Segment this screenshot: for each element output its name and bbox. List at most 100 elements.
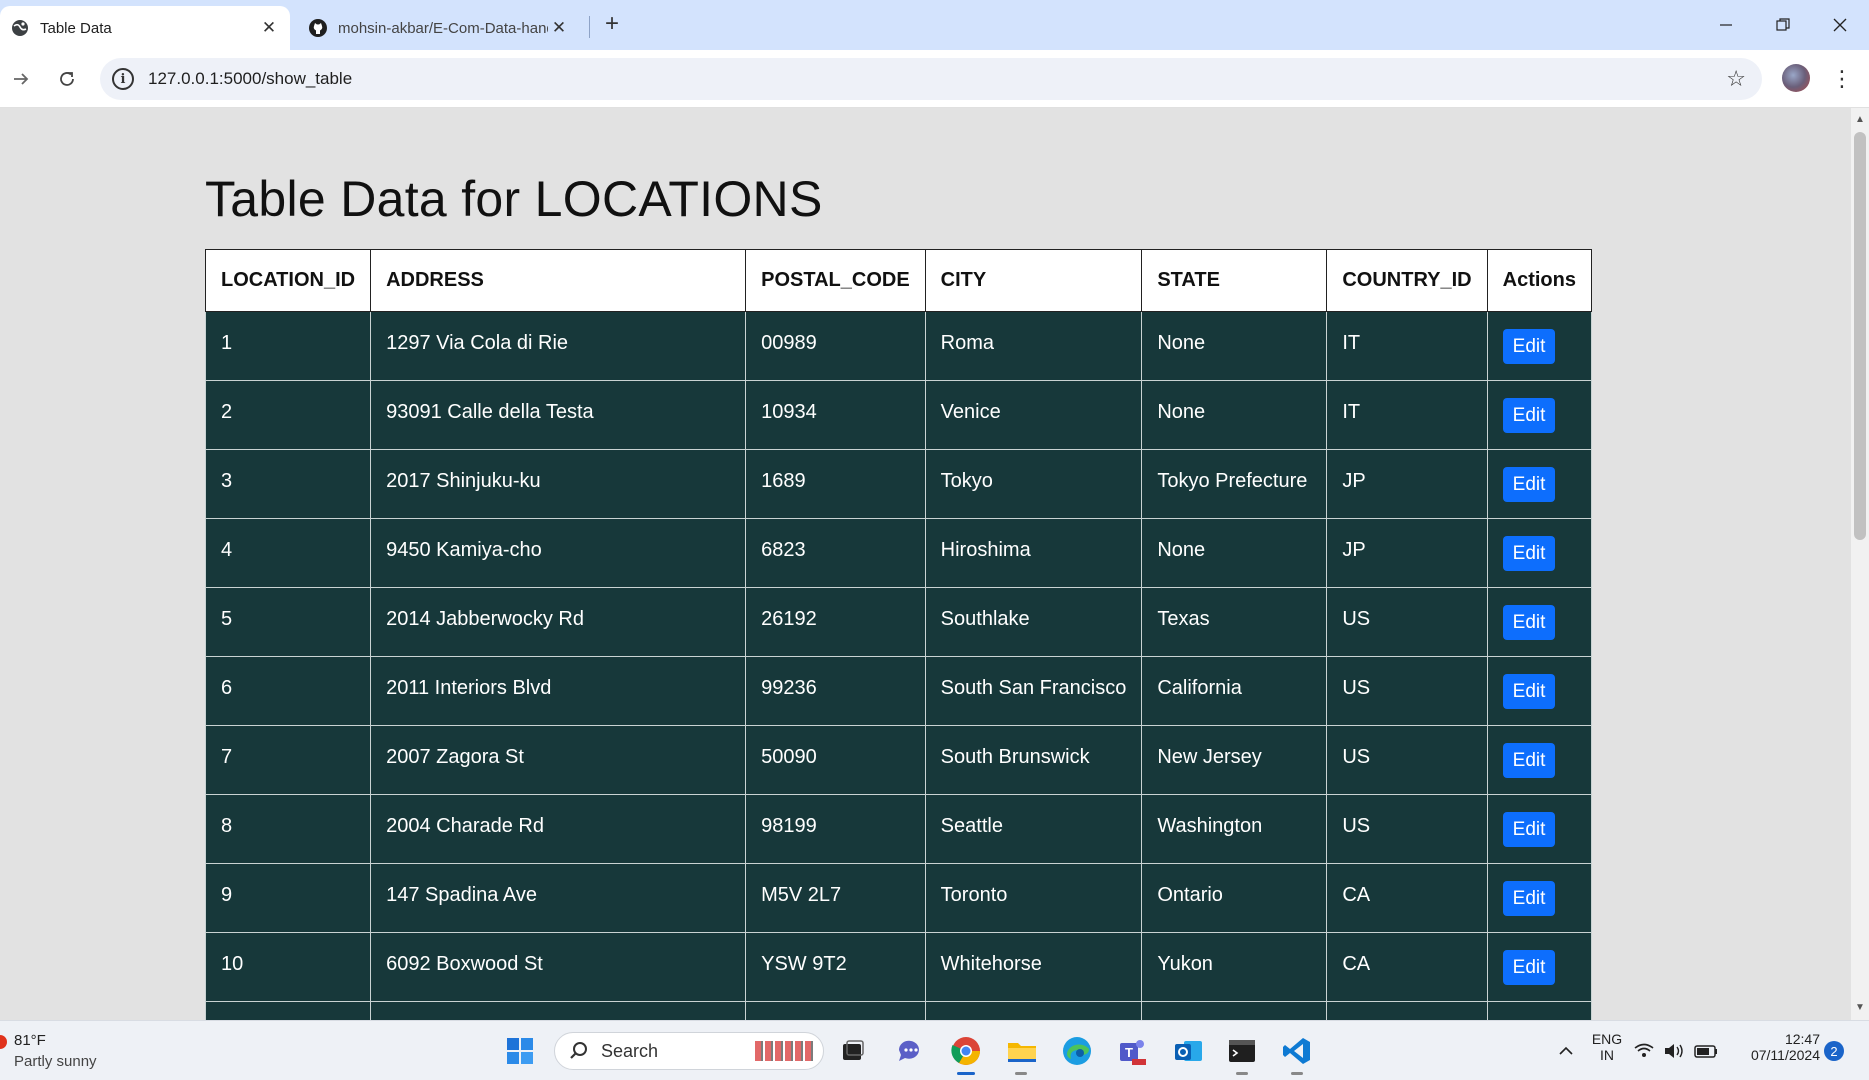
chevron-up-icon[interactable] — [1546, 1031, 1586, 1071]
page-content: Table Data for LOCATIONS LOCATION_ID ADD… — [0, 108, 1851, 1020]
scroll-down-arrow-icon[interactable]: ▼ — [1855, 1002, 1865, 1016]
edit-button[interactable]: Edit — [1502, 743, 1556, 778]
edit-button[interactable]: Edit — [1502, 605, 1556, 640]
table-row: 1 1297 Via Cola di Rie 00989 Roma None IT Edit — [204, 311, 1593, 381]
search-icon — [570, 1042, 587, 1059]
cell-state — [1141, 1001, 1328, 1020]
table-row: 6 2011 Interiors Blvd 99236 South San Franc… — [204, 656, 1593, 726]
cell-postal-code: M5V 2L7 — [745, 863, 926, 933]
cell-city — [924, 1001, 1143, 1020]
table-body: 1 1297 Via Cola di Rie 00989 Roma None IT Edit… — [204, 311, 1593, 1020]
edit-button[interactable]: Edit — [1502, 398, 1556, 433]
edit-button[interactable]: Edit — [1502, 674, 1556, 709]
active-app-indicator — [957, 1072, 975, 1075]
cell-actions — [1486, 1001, 1593, 1020]
tab-title: mohsin-akbar/E-Com-Data-handli — [338, 19, 548, 37]
language-indicator[interactable]: ENG IN — [1588, 1031, 1626, 1063]
cell-postal-code: 50090 — [745, 725, 926, 795]
chrome-icon[interactable] — [946, 1031, 986, 1071]
notification-badge[interactable]: 2 — [1824, 1041, 1844, 1061]
cell-city: Hiroshima — [924, 518, 1143, 588]
cell-actions: Edit — [1486, 656, 1593, 726]
table-header-row: LOCATION_ID ADDRESS POSTAL_CODE CITY STA… — [204, 249, 1593, 312]
edit-button[interactable]: Edit — [1502, 467, 1556, 502]
cell-country-id: CA — [1326, 932, 1488, 1002]
edit-button[interactable]: Edit — [1502, 881, 1556, 916]
tab-table-data[interactable]: Table Data ✕ — [0, 6, 290, 50]
edit-button[interactable]: Edit — [1502, 536, 1556, 571]
profile-avatar[interactable] — [1782, 64, 1810, 92]
cell-address: 2007 Zagora St — [370, 725, 747, 795]
forward-arrow-icon[interactable] — [4, 62, 38, 96]
reload-icon[interactable] — [50, 62, 84, 96]
restore-button[interactable] — [1755, 0, 1811, 50]
cell-country-id: CA — [1326, 863, 1488, 933]
open-app-indicator — [1291, 1072, 1303, 1075]
edit-button[interactable]: Edit — [1502, 950, 1556, 985]
browser-toolbar: i 127.0.0.1:5000/show_table ☆ ⋮ — [0, 50, 1869, 108]
cell-actions: Edit — [1486, 932, 1593, 1002]
github-icon — [308, 18, 328, 38]
file-explorer-icon[interactable] — [1002, 1031, 1042, 1071]
minimize-button[interactable] — [1698, 0, 1754, 50]
cell-city: Whitehorse — [924, 932, 1143, 1002]
scroll-up-arrow-icon[interactable]: ▲ — [1855, 114, 1865, 128]
cell-actions: Edit — [1486, 449, 1593, 519]
table-row: 3 2017 Shinjuku-ku 1689 Tokyo Tokyo Prefectu… — [204, 449, 1593, 519]
bookmark-star-icon[interactable]: ☆ — [1726, 66, 1746, 92]
clock[interactable]: 12:47 07/11/2024 — [1738, 1031, 1820, 1063]
weather-desc: Partly sunny — [14, 1053, 97, 1070]
table-row: 2 93091 Calle della Testa 10934 Venice None I… — [204, 380, 1593, 450]
cell-postal-code: 6823 — [745, 518, 926, 588]
region-code: IN — [1600, 1047, 1614, 1063]
cell-country-id: US — [1326, 725, 1488, 795]
cell-postal-code: 26192 — [745, 587, 926, 657]
cell-address: 147 Spadina Ave — [370, 863, 747, 933]
cell-actions: Edit — [1486, 587, 1593, 657]
close-tab-icon[interactable]: ✕ — [548, 17, 570, 39]
close-window-button[interactable] — [1812, 0, 1868, 50]
edit-button[interactable]: Edit — [1502, 812, 1556, 847]
tab-github[interactable]: mohsin-akbar/E-Com-Data-handli ✕ — [298, 6, 580, 50]
terminal-icon[interactable] — [1222, 1031, 1262, 1071]
language-code: ENG — [1591, 1031, 1623, 1047]
outlook-icon[interactable] — [1168, 1031, 1208, 1071]
column-header: STATE — [1141, 249, 1328, 312]
teams-icon[interactable]: T — [1112, 1031, 1152, 1071]
system-tray[interactable] — [1632, 1031, 1722, 1071]
windows-start-icon[interactable] — [500, 1031, 540, 1071]
address-bar[interactable]: i 127.0.0.1:5000/show_table ☆ — [100, 58, 1762, 100]
table-row: 5 2014 Jabberwocky Rd 26192 Southlake Texas U… — [204, 587, 1593, 657]
cell-country-id: US — [1326, 656, 1488, 726]
site-info-icon[interactable]: i — [112, 68, 134, 90]
page-scrollbar[interactable]: ▲ ▼ — [1851, 108, 1869, 1020]
edit-button[interactable]: Edit — [1502, 329, 1556, 364]
cell-country-id: JP — [1326, 518, 1488, 588]
edge-icon[interactable] — [1057, 1031, 1097, 1071]
chat-icon[interactable] — [890, 1031, 930, 1071]
cell-address: 1297 Via Cola di Rie — [370, 311, 747, 381]
column-header: POSTAL_CODE — [745, 249, 926, 312]
tab-title: Table Data — [40, 19, 112, 37]
table-row — [204, 1001, 1593, 1020]
cell-city: South Brunswick — [924, 725, 1143, 795]
cell-state: None — [1141, 380, 1328, 450]
cell-postal-code: 00989 — [745, 311, 926, 381]
table-row: 8 2004 Charade Rd 98199 Seattle Washington US… — [204, 794, 1593, 864]
more-menu-icon[interactable]: ⋮ — [1830, 64, 1854, 94]
table-row: 9 147 Spadina Ave M5V 2L7 Toronto Ontario CA E… — [204, 863, 1593, 933]
cell-city: Seattle — [924, 794, 1143, 864]
search-label: Search — [601, 1040, 659, 1061]
weather-temp: 81°F — [14, 1032, 46, 1049]
close-tab-icon[interactable]: ✕ — [258, 17, 280, 39]
cell-country-id — [1326, 1001, 1488, 1020]
new-tab-button[interactable]: + — [598, 10, 626, 38]
column-header: COUNTRY_ID — [1326, 249, 1488, 312]
scrollbar-thumb[interactable] — [1854, 132, 1866, 540]
vscode-icon[interactable] — [1277, 1031, 1317, 1071]
task-view-icon[interactable] — [833, 1031, 873, 1071]
cell-location-id: 2 — [204, 380, 372, 450]
column-header: LOCATION_ID — [204, 249, 372, 312]
taskbar-search[interactable]: Search — [554, 1032, 824, 1070]
page-title: Table Data for LOCATIONS — [205, 171, 823, 227]
